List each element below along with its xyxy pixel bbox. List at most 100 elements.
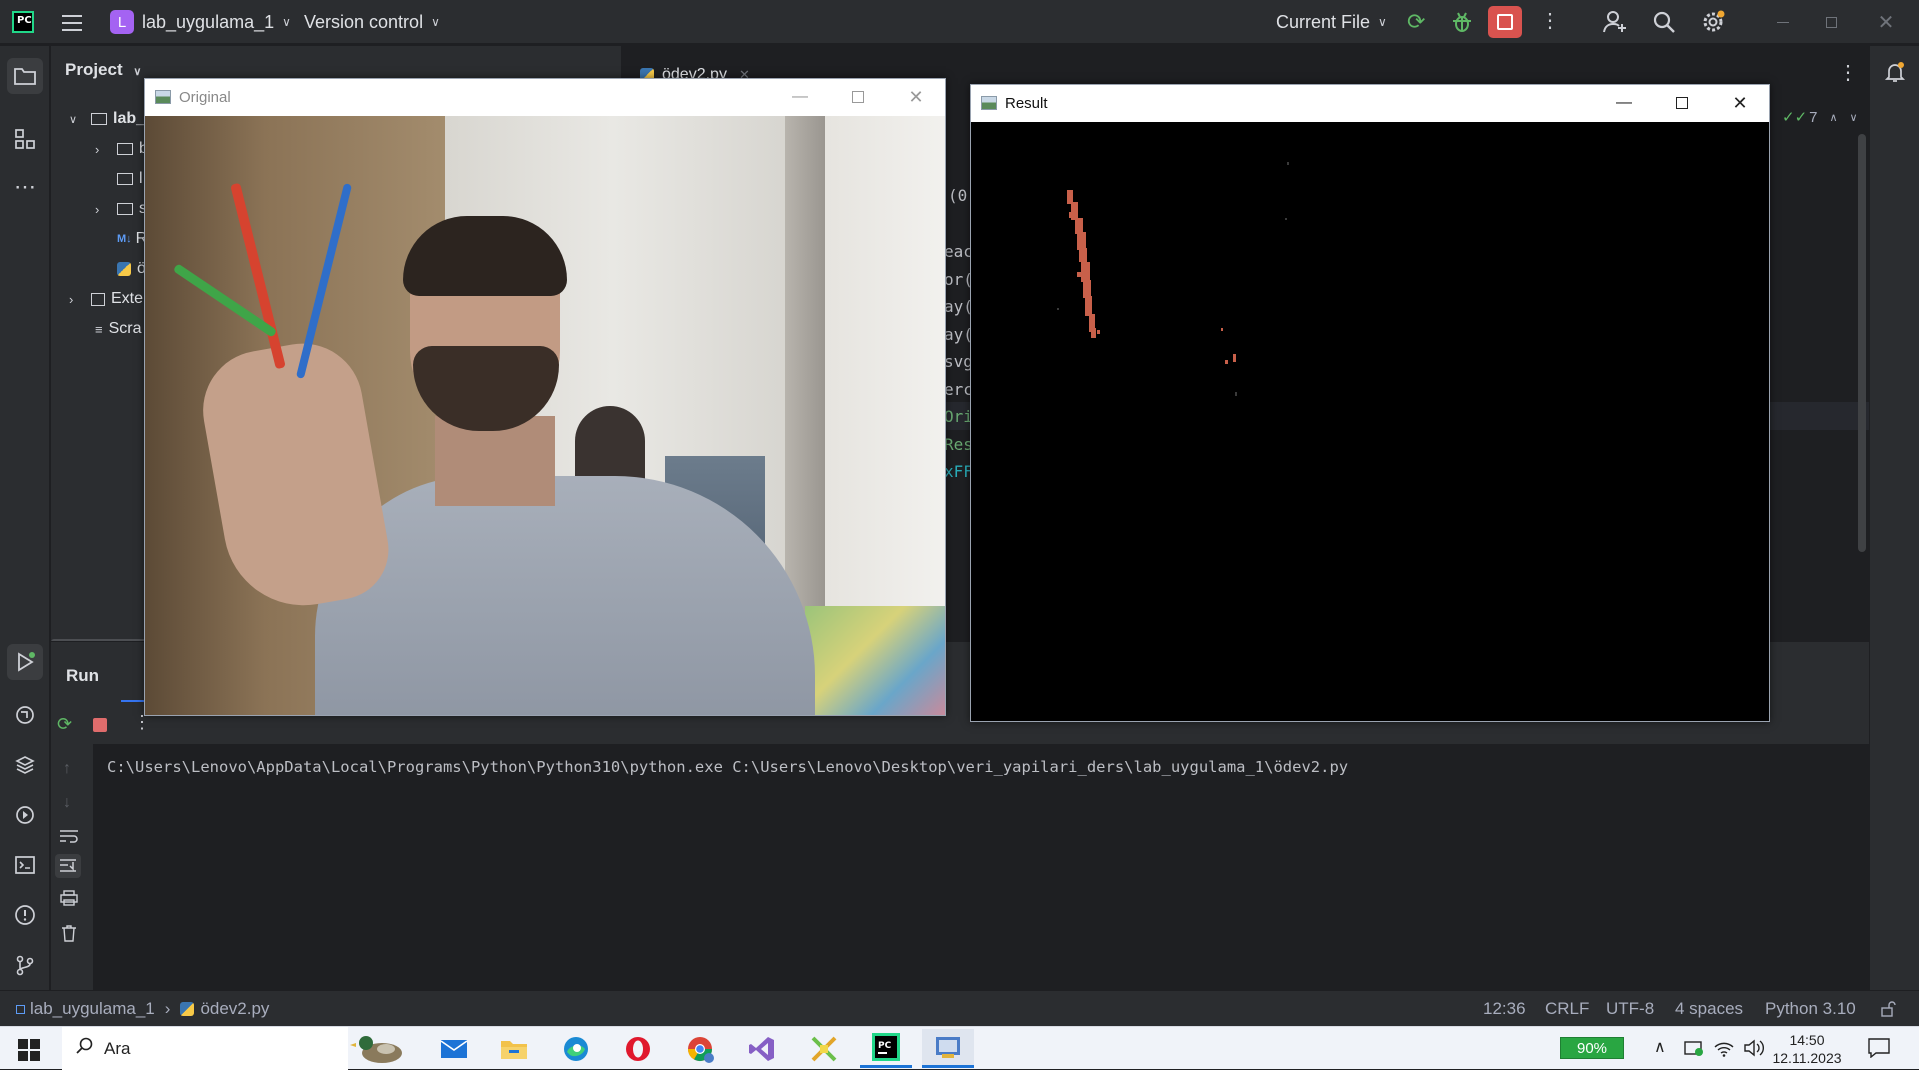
run-tool-icon[interactable] xyxy=(7,644,43,680)
settings-gear-icon[interactable] xyxy=(1700,9,1726,35)
vcs-label: Version control xyxy=(304,11,424,32)
pycharm-logo-icon[interactable]: PC xyxy=(12,11,34,33)
more-tools-icon[interactable]: ⋯ xyxy=(10,172,40,202)
mail-app-icon[interactable] xyxy=(428,1029,480,1068)
result-minimize-button[interactable]: — xyxy=(1595,85,1653,121)
tree-item-external-libraries[interactable]: › Exte xyxy=(69,284,143,314)
chevron-down-icon: ∨ xyxy=(69,113,78,126)
tree-item-root[interactable]: ∨ lab_ xyxy=(69,104,145,134)
inspection-widget[interactable]: ✓✓ 7 ∧ ∨ xyxy=(1782,106,1858,128)
taskbar-clock[interactable]: 14:50 12.11.2023 xyxy=(1772,1031,1842,1067)
duck-search-highlight-icon xyxy=(346,1031,410,1065)
python-console-icon[interactable] xyxy=(10,700,40,730)
tree-item-scratches[interactable]: ≡ Scra xyxy=(95,314,142,344)
run-console[interactable]: C:\Users\Lenovo\AppData\Local\Programs\P… xyxy=(93,744,1869,991)
show-hidden-icons-icon[interactable]: ∧ xyxy=(1654,1037,1666,1057)
print-icon[interactable] xyxy=(60,890,78,906)
original-close-button[interactable]: ✕ xyxy=(887,79,945,115)
volume-icon[interactable] xyxy=(1744,1039,1766,1057)
python-file-icon xyxy=(180,1002,195,1016)
result-close-button[interactable]: ✕ xyxy=(1711,85,1769,121)
markdown-file-icon: M↓ xyxy=(117,233,132,245)
python-app-icon[interactable] xyxy=(922,1029,974,1068)
chevron-down-icon: ∨ xyxy=(1378,15,1387,29)
scroll-up-icon[interactable]: ↑ xyxy=(63,760,71,778)
code-fragment: Res xyxy=(944,435,973,454)
tree-item-markdown[interactable]: M↓ R xyxy=(117,224,147,254)
services-icon[interactable] xyxy=(10,800,40,830)
tree-item-python-file[interactable]: ö xyxy=(117,254,146,284)
clear-trash-icon[interactable] xyxy=(61,924,77,942)
project-folder-icon[interactable] xyxy=(7,58,43,94)
breadcrumb-file[interactable]: ödev2.py xyxy=(200,999,269,1019)
tree-item-folder[interactable]: › s xyxy=(95,194,147,224)
chevron-up-icon: ∧ xyxy=(1829,111,1838,124)
rerun-icon[interactable]: ⟳ xyxy=(1407,10,1431,34)
structure-icon[interactable] xyxy=(10,124,40,154)
version-control-menu[interactable]: Version control ∨ xyxy=(304,0,440,44)
search-icon[interactable] xyxy=(1652,10,1676,34)
taskbar-search[interactable]: Ara xyxy=(62,1027,402,1070)
battery-indicator[interactable]: 90% xyxy=(1560,1037,1624,1059)
rerun-icon[interactable]: ⟳ xyxy=(57,713,79,735)
run-config-selector[interactable]: Current File ∨ xyxy=(1276,0,1387,44)
project-panel-header[interactable]: Project ∨ xyxy=(65,60,141,80)
visual-studio-icon[interactable] xyxy=(736,1029,788,1068)
scroll-to-end-icon[interactable] xyxy=(55,854,81,878)
code-fragment: erc xyxy=(944,380,973,399)
stop-button[interactable] xyxy=(1488,6,1522,38)
wifi-icon[interactable] xyxy=(1714,1039,1734,1057)
windows-start-icon[interactable] xyxy=(18,1039,40,1061)
line-separator[interactable]: CRLF xyxy=(1545,991,1589,1027)
lock-icon[interactable] xyxy=(1880,991,1896,1027)
python-interpreter[interactable]: Python 3.10 xyxy=(1765,991,1856,1027)
window-restore-button[interactable] xyxy=(1808,0,1854,44)
indent-setting[interactable]: 4 spaces xyxy=(1675,991,1743,1027)
breadcrumb-project[interactable]: lab_uygulama_1 xyxy=(30,999,155,1019)
pycharm-taskbar-icon[interactable]: PC xyxy=(860,1029,912,1068)
problems-icon[interactable] xyxy=(10,900,40,930)
soft-wrap-icon[interactable] xyxy=(59,828,79,844)
project-switcher[interactable]: L lab_uygulama_1 ∨ xyxy=(110,0,291,44)
editor-tabs-menu-icon[interactable]: ⋮ xyxy=(1838,60,1858,84)
git-icon[interactable] xyxy=(10,950,40,980)
stop-icon xyxy=(1497,14,1513,30)
original-maximize-button[interactable] xyxy=(829,79,887,115)
window-app-icon xyxy=(155,90,171,104)
notification-center-icon[interactable] xyxy=(1868,1038,1890,1059)
chevron-right-icon: › xyxy=(164,999,171,1018)
more-actions-icon[interactable]: ⋮ xyxy=(1540,10,1560,34)
original-minimize-button[interactable]: — xyxy=(771,79,829,115)
folder-icon xyxy=(117,143,133,155)
scroll-down-icon[interactable]: ↓ xyxy=(63,794,71,812)
debug-icon[interactable] xyxy=(1450,10,1474,34)
window-minimize-button[interactable] xyxy=(1760,0,1806,44)
result-maximize-button[interactable] xyxy=(1653,85,1711,121)
main-menu-icon[interactable] xyxy=(62,12,82,32)
python-packages-icon[interactable] xyxy=(10,750,40,780)
opencv-original-window[interactable]: Original — ✕ xyxy=(144,78,946,716)
terminal-icon[interactable] xyxy=(10,850,40,880)
tree-item-folder[interactable]: › b xyxy=(95,134,148,164)
svg-text:PC: PC xyxy=(878,1041,892,1051)
result-window-title: Result xyxy=(1005,94,1048,112)
console-line: C:\Users\Lenovo\AppData\Local\Programs\P… xyxy=(107,758,1349,776)
code-with-me-icon[interactable] xyxy=(1602,9,1628,35)
chrome-profile-icon[interactable] xyxy=(674,1029,726,1068)
dev-tools-icon[interactable] xyxy=(798,1029,850,1068)
opera-browser-icon[interactable] xyxy=(612,1029,664,1068)
security-tray-icon[interactable] xyxy=(1684,1039,1704,1057)
stop-icon[interactable] xyxy=(93,718,107,732)
window-close-button[interactable]: ✕ xyxy=(1856,0,1916,44)
tree-item-folder[interactable]: l xyxy=(117,164,143,194)
notifications-bell-icon[interactable] xyxy=(1883,60,1907,84)
edge-browser-icon[interactable] xyxy=(550,1029,602,1068)
opencv-result-window[interactable]: Result — ✕ xyxy=(970,84,1770,722)
caret-position[interactable]: 12:36 xyxy=(1483,991,1526,1027)
code-fragment: eac xyxy=(944,242,973,261)
tree-label: l xyxy=(139,170,143,187)
file-explorer-icon[interactable] xyxy=(488,1029,540,1068)
file-encoding[interactable]: UTF-8 xyxy=(1606,991,1654,1027)
editor-scrollbar[interactable] xyxy=(1858,134,1866,552)
run-tab[interactable]: Run xyxy=(66,666,99,686)
